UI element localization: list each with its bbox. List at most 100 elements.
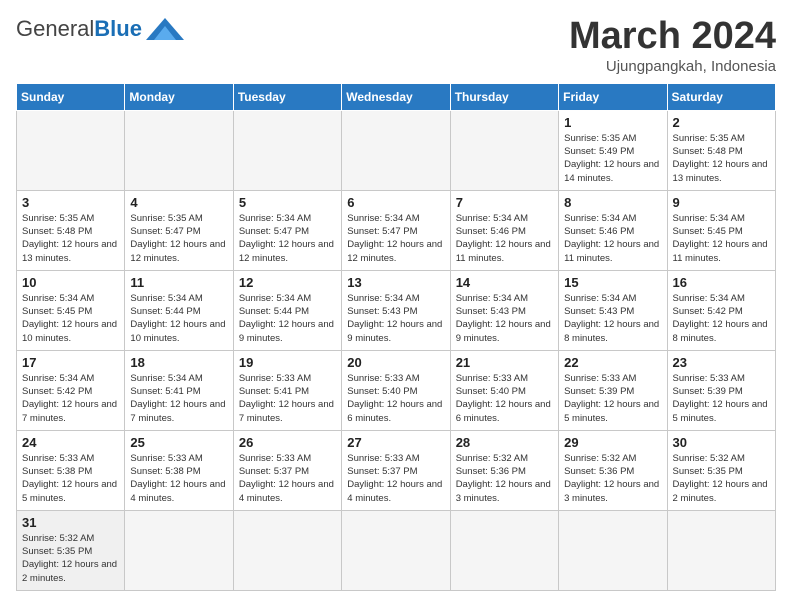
weekday-header-wednesday: Wednesday xyxy=(342,83,450,110)
calendar-cell: 30Sunrise: 5:32 AM Sunset: 5:35 PM Dayli… xyxy=(667,430,775,510)
day-info: Sunrise: 5:35 AM Sunset: 5:48 PM Dayligh… xyxy=(673,132,770,185)
calendar-cell: 5Sunrise: 5:34 AM Sunset: 5:47 PM Daylig… xyxy=(233,190,341,270)
day-number: 8 xyxy=(564,195,661,210)
calendar-cell xyxy=(342,510,450,590)
calendar-cell: 10 Sunrise: 5:34 AM Sunset: 5:45 PM Dayli… xyxy=(17,270,125,350)
day-number: 30 xyxy=(673,435,770,450)
logo-icon xyxy=(146,18,184,40)
calendar-cell: 2 Sunrise: 5:35 AM Sunset: 5:48 PM Daylig… xyxy=(667,110,775,190)
day-info: Sunrise: 5:34 AM Sunset: 5:41 PM Dayligh… xyxy=(130,372,227,425)
day-number: 3 xyxy=(22,195,119,210)
day-number: 27 xyxy=(347,435,444,450)
calendar-cell: 19Sunrise: 5:33 AM Sunset: 5:41 PM Dayli… xyxy=(233,350,341,430)
weekday-header-row: SundayMondayTuesdayWednesdayThursdayFrid… xyxy=(17,83,776,110)
calendar-cell: 6Sunrise: 5:34 AM Sunset: 5:47 PM Daylig… xyxy=(342,190,450,270)
day-number: 9 xyxy=(673,195,770,210)
calendar-cell: 21 Sunrise: 5:33 AM Sunset: 5:40 PM Dayli… xyxy=(450,350,558,430)
calendar-cell: 27 Sunrise: 5:33 AM Sunset: 5:37 PM Dayli… xyxy=(342,430,450,510)
weekday-header-monday: Monday xyxy=(125,83,233,110)
day-number: 18 xyxy=(130,355,227,370)
day-info: Sunrise: 5:34 AM Sunset: 5:47 PM Dayligh… xyxy=(347,212,444,265)
weekday-header-sunday: Sunday xyxy=(17,83,125,110)
day-number: 10 xyxy=(22,275,119,290)
day-number: 23 xyxy=(673,355,770,370)
calendar-cell: 8Sunrise: 5:34 AM Sunset: 5:46 PM Daylig… xyxy=(559,190,667,270)
calendar-cell xyxy=(17,110,125,190)
logo: GeneralBlue xyxy=(16,16,184,42)
calendar-cell: 25Sunrise: 5:33 AM Sunset: 5:38 PM Dayli… xyxy=(125,430,233,510)
calendar-cell: 12 Sunrise: 5:34 AM Sunset: 5:44 PM Dayli… xyxy=(233,270,341,350)
day-number: 5 xyxy=(239,195,336,210)
calendar-week-4: 17Sunrise: 5:34 AM Sunset: 5:42 PM Dayli… xyxy=(17,350,776,430)
calendar-cell xyxy=(450,510,558,590)
calendar-cell: 29 Sunrise: 5:32 AM Sunset: 5:36 PM Dayli… xyxy=(559,430,667,510)
day-info: Sunrise: 5:33 AM Sunset: 5:37 PM Dayligh… xyxy=(239,452,336,505)
day-number: 24 xyxy=(22,435,119,450)
calendar-week-1: 1Sunrise: 5:35 AM Sunset: 5:49 PM Daylig… xyxy=(17,110,776,190)
weekday-header-friday: Friday xyxy=(559,83,667,110)
day-number: 4 xyxy=(130,195,227,210)
calendar-cell: 11Sunrise: 5:34 AM Sunset: 5:44 PM Dayli… xyxy=(125,270,233,350)
day-number: 15 xyxy=(564,275,661,290)
calendar-cell: 16 Sunrise: 5:34 AM Sunset: 5:42 PM Dayli… xyxy=(667,270,775,350)
logo-general: General xyxy=(16,16,94,41)
day-number: 7 xyxy=(456,195,553,210)
calendar-week-3: 10 Sunrise: 5:34 AM Sunset: 5:45 PM Dayli… xyxy=(17,270,776,350)
calendar-cell: 13 Sunrise: 5:34 AM Sunset: 5:43 PM Dayli… xyxy=(342,270,450,350)
logo-text: GeneralBlue xyxy=(16,16,142,42)
day-number: 31 xyxy=(22,515,119,530)
day-info: Sunrise: 5:35 AM Sunset: 5:49 PM Dayligh… xyxy=(564,132,661,185)
day-info: Sunrise: 5:35 AM Sunset: 5:47 PM Dayligh… xyxy=(130,212,227,265)
day-number: 29 xyxy=(564,435,661,450)
logo-blue: Blue xyxy=(94,16,142,41)
day-info: Sunrise: 5:33 AM Sunset: 5:40 PM Dayligh… xyxy=(347,372,444,425)
day-info: Sunrise: 5:34 AM Sunset: 5:45 PM Dayligh… xyxy=(673,212,770,265)
day-info: Sunrise: 5:34 AM Sunset: 5:42 PM Dayligh… xyxy=(673,292,770,345)
month-title: March 2024 xyxy=(569,16,776,58)
day-number: 13 xyxy=(347,275,444,290)
calendar-cell: 15 Sunrise: 5:34 AM Sunset: 5:43 PM Dayli… xyxy=(559,270,667,350)
calendar-cell: 14Sunrise: 5:34 AM Sunset: 5:43 PM Dayli… xyxy=(450,270,558,350)
day-info: Sunrise: 5:34 AM Sunset: 5:44 PM Dayligh… xyxy=(130,292,227,345)
day-number: 25 xyxy=(130,435,227,450)
day-number: 12 xyxy=(239,275,336,290)
location-subtitle: Ujungpangkah, Indonesia xyxy=(569,58,776,75)
weekday-header-thursday: Thursday xyxy=(450,83,558,110)
day-info: Sunrise: 5:33 AM Sunset: 5:41 PM Dayligh… xyxy=(239,372,336,425)
day-info: Sunrise: 5:34 AM Sunset: 5:43 PM Dayligh… xyxy=(347,292,444,345)
title-area: March 2024 Ujungpangkah, Indonesia xyxy=(569,16,776,75)
day-number: 21 xyxy=(456,355,553,370)
day-info: Sunrise: 5:32 AM Sunset: 5:36 PM Dayligh… xyxy=(564,452,661,505)
calendar-cell: 3 Sunrise: 5:35 AM Sunset: 5:48 PM Daylig… xyxy=(17,190,125,270)
page-header: GeneralBlue March 2024 Ujungpangkah, Ind… xyxy=(16,16,776,75)
calendar-cell xyxy=(667,510,775,590)
day-number: 2 xyxy=(673,115,770,130)
day-number: 16 xyxy=(673,275,770,290)
calendar-week-6: 31Sunrise: 5:32 AM Sunset: 5:35 PM Dayli… xyxy=(17,510,776,590)
day-info: Sunrise: 5:33 AM Sunset: 5:39 PM Dayligh… xyxy=(564,372,661,425)
day-info: Sunrise: 5:33 AM Sunset: 5:38 PM Dayligh… xyxy=(22,452,119,505)
day-number: 20 xyxy=(347,355,444,370)
calendar-cell: 7Sunrise: 5:34 AM Sunset: 5:46 PM Daylig… xyxy=(450,190,558,270)
calendar-cell: 31Sunrise: 5:32 AM Sunset: 5:35 PM Dayli… xyxy=(17,510,125,590)
calendar-cell: 18 Sunrise: 5:34 AM Sunset: 5:41 PM Dayli… xyxy=(125,350,233,430)
calendar-cell: 22Sunrise: 5:33 AM Sunset: 5:39 PM Dayli… xyxy=(559,350,667,430)
calendar-cell: 17Sunrise: 5:34 AM Sunset: 5:42 PM Dayli… xyxy=(17,350,125,430)
calendar-cell xyxy=(233,510,341,590)
calendar-cell xyxy=(342,110,450,190)
calendar-cell xyxy=(233,110,341,190)
day-info: Sunrise: 5:34 AM Sunset: 5:44 PM Dayligh… xyxy=(239,292,336,345)
day-info: Sunrise: 5:34 AM Sunset: 5:45 PM Dayligh… xyxy=(22,292,119,345)
day-info: Sunrise: 5:32 AM Sunset: 5:36 PM Dayligh… xyxy=(456,452,553,505)
weekday-header-saturday: Saturday xyxy=(667,83,775,110)
weekday-header-tuesday: Tuesday xyxy=(233,83,341,110)
calendar-cell: 9 Sunrise: 5:34 AM Sunset: 5:45 PM Daylig… xyxy=(667,190,775,270)
calendar-cell: 23Sunrise: 5:33 AM Sunset: 5:39 PM Dayli… xyxy=(667,350,775,430)
day-info: Sunrise: 5:35 AM Sunset: 5:48 PM Dayligh… xyxy=(22,212,119,265)
calendar-week-5: 24 Sunrise: 5:33 AM Sunset: 5:38 PM Dayli… xyxy=(17,430,776,510)
calendar-cell: 28Sunrise: 5:32 AM Sunset: 5:36 PM Dayli… xyxy=(450,430,558,510)
day-info: Sunrise: 5:34 AM Sunset: 5:43 PM Dayligh… xyxy=(564,292,661,345)
calendar-cell: 1Sunrise: 5:35 AM Sunset: 5:49 PM Daylig… xyxy=(559,110,667,190)
day-info: Sunrise: 5:33 AM Sunset: 5:40 PM Dayligh… xyxy=(456,372,553,425)
day-info: Sunrise: 5:33 AM Sunset: 5:37 PM Dayligh… xyxy=(347,452,444,505)
